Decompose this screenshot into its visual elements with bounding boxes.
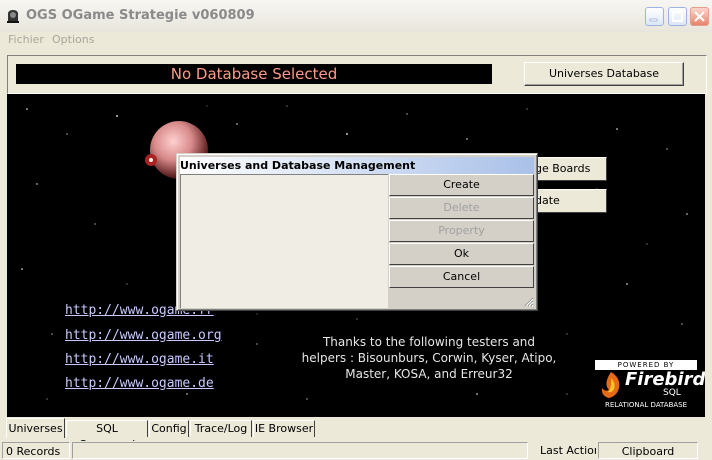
firebird-tagline: RELATIONAL DATABASE xyxy=(604,401,688,409)
last-action-label: Last Action xyxy=(540,444,596,457)
close-button[interactable] xyxy=(690,7,709,26)
link-ogame-it[interactable]: http://www.ogame.it xyxy=(65,352,214,367)
universes-list[interactable] xyxy=(180,174,388,308)
app-icon xyxy=(5,8,21,24)
resize-grip-icon[interactable] xyxy=(522,295,534,307)
link-ogame-org[interactable]: http://www.ogame.org xyxy=(65,328,222,343)
title-bar: OGS OGame Strategie v060809 xyxy=(0,0,712,33)
dialog-title: Universes and Database Management xyxy=(180,157,534,174)
window-title: OGS OGame Strategie v060809 xyxy=(26,8,255,23)
tab-ie-browser[interactable]: IE Browser xyxy=(253,420,315,437)
tab-config[interactable]: Config xyxy=(149,420,189,437)
bottom-tabs: Universes SQL Command Config Trace/Log I… xyxy=(4,418,712,451)
thanks-line-2: helpers : Bisounburs, Corwin, Kyser, Ati… xyxy=(301,351,557,365)
thanks-line-1: Thanks to the following testers and xyxy=(322,335,536,349)
maximize-button[interactable] xyxy=(668,7,687,26)
link-ogame-de[interactable]: http://www.ogame.de xyxy=(65,376,214,391)
create-button[interactable]: Create xyxy=(389,174,534,196)
tab-universes[interactable]: Universes xyxy=(6,418,65,438)
firebird-sql: SQL xyxy=(663,388,681,398)
thanks-text: Thanks to the following testers and help… xyxy=(297,334,561,382)
clipboard-panel: Clipboard xyxy=(598,442,698,459)
menu-bar: Fichier Options xyxy=(0,32,712,48)
cancel-button[interactable]: Cancel xyxy=(389,266,534,288)
delete-button: Delete xyxy=(389,197,534,219)
minimize-button[interactable] xyxy=(645,7,664,26)
database-panel: No Database Selected Universes Database xyxy=(7,55,707,94)
firebird-flame-icon xyxy=(601,372,620,398)
menu-options[interactable]: Options xyxy=(52,33,94,46)
firebird-name: Firebird xyxy=(625,369,705,390)
message-boards-button[interactable]: ge Boards xyxy=(530,157,607,181)
records-count: 0 Records xyxy=(2,442,70,459)
thanks-line-3: Master, KOSA, and Erreur32 xyxy=(345,367,513,381)
status-message xyxy=(72,442,528,459)
property-button: Property xyxy=(389,220,534,242)
update-button[interactable]: date xyxy=(530,189,607,213)
tab-sql-command[interactable]: SQL Command xyxy=(66,420,148,451)
tab-trace-log[interactable]: Trace/Log xyxy=(190,420,252,437)
universes-management-dialog: Universes and Database Management Create… xyxy=(176,153,538,311)
database-status-label: No Database Selected xyxy=(16,64,492,84)
universes-database-button[interactable]: Universes Database xyxy=(524,62,684,86)
firebird-logo: POWERED BY Firebird SQL RELATIONAL DATAB… xyxy=(595,360,705,410)
ok-button[interactable]: Ok xyxy=(389,243,534,265)
menu-fichier[interactable]: Fichier xyxy=(8,33,44,46)
status-bar: 0 Records Last Action Clipboard xyxy=(0,441,712,460)
